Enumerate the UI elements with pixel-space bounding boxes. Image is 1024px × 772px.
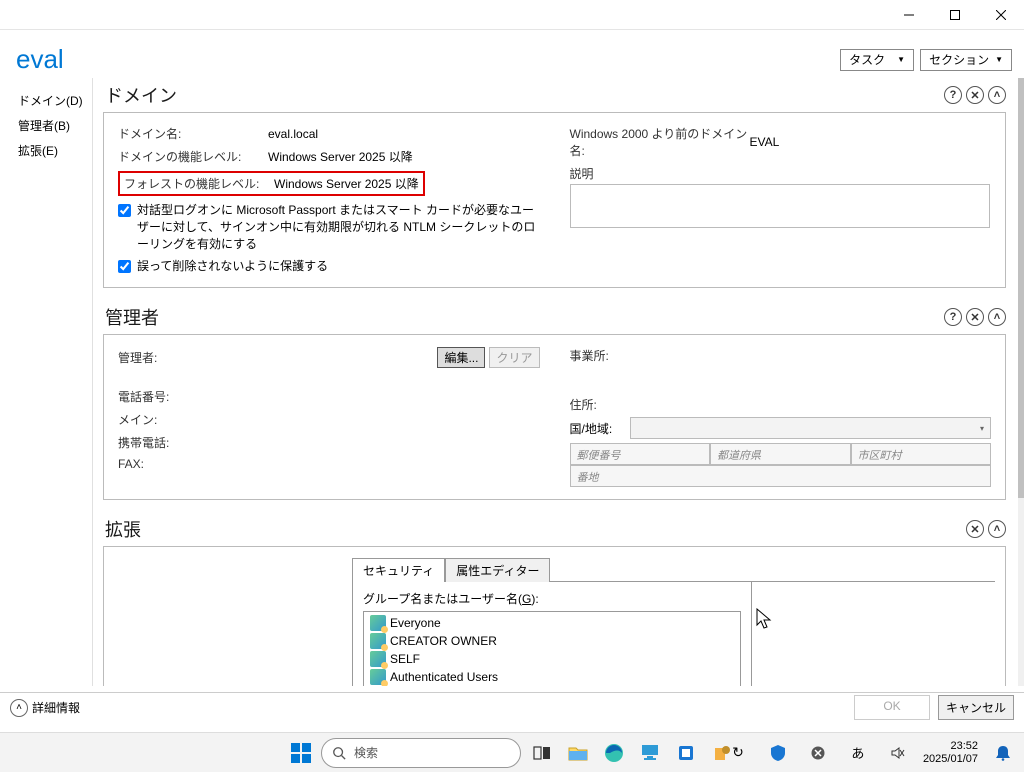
expand-details-icon[interactable]: ˄ bbox=[10, 699, 28, 717]
forest-func-highlight: フォレストの機能レベル: Windows Server 2025 以降 bbox=[118, 171, 425, 196]
close-button[interactable] bbox=[978, 0, 1024, 30]
taskbar: 検索 ↻ あ 23:52 2025/01/07 bbox=[0, 732, 1024, 772]
passport-ntlm-label: 対話型ログオンに Microsoft Passport またはスマート カードが… bbox=[137, 202, 540, 252]
section-header-admin: 管理者 bbox=[105, 304, 159, 330]
section-dropdown-label: セクション bbox=[929, 51, 989, 68]
main-label: メイン: bbox=[118, 411, 268, 428]
description-input[interactable] bbox=[570, 184, 990, 228]
group-icon bbox=[370, 651, 386, 667]
phone-label: 電話番号: bbox=[118, 388, 268, 405]
maximize-button[interactable] bbox=[932, 0, 978, 30]
clear-button: クリア bbox=[489, 347, 539, 368]
group-icon bbox=[370, 669, 386, 685]
close-icon[interactable]: ✕ bbox=[966, 86, 984, 104]
domain-func-value: Windows Server 2025 以降 bbox=[268, 148, 413, 165]
passport-ntlm-checkbox[interactable] bbox=[118, 204, 131, 217]
sidebar-item-ext[interactable]: 拡張(E) bbox=[18, 138, 92, 163]
protect-delete-checkbox[interactable] bbox=[118, 260, 131, 273]
admin-label: 管理者: bbox=[118, 349, 268, 366]
mobile-label: 携帯電話: bbox=[118, 434, 268, 451]
forest-func-value: Windows Server 2025 以降 bbox=[274, 175, 419, 192]
tab-attr-editor[interactable]: 属性エディター bbox=[445, 558, 550, 582]
fax-label: FAX: bbox=[118, 457, 268, 471]
page-title: eval bbox=[16, 44, 64, 75]
tab-security[interactable]: セキュリティ bbox=[352, 558, 445, 582]
domain-name-label: ドメイン名: bbox=[118, 125, 268, 142]
domain-name-value: eval.local bbox=[268, 127, 318, 141]
server-manager-icon[interactable] bbox=[635, 738, 665, 768]
group-icon bbox=[370, 615, 386, 631]
office-label: 事業所: bbox=[570, 347, 720, 364]
start-button[interactable] bbox=[287, 739, 315, 767]
section-dropdown[interactable]: セクション ▼ bbox=[920, 49, 1012, 71]
app-icon[interactable] bbox=[671, 738, 701, 768]
collapse-icon[interactable]: ˄ bbox=[988, 308, 1006, 326]
taskbar-clock[interactable]: 23:52 2025/01/07 bbox=[923, 740, 978, 764]
sidebar: ドメイン(D) 管理者(B) 拡張(E) bbox=[0, 78, 92, 686]
list-item[interactable]: CREATOR OWNER bbox=[364, 632, 740, 650]
search-icon bbox=[332, 746, 346, 760]
city-input[interactable]: 市区町村 bbox=[851, 443, 992, 465]
list-item[interactable]: Everyone bbox=[364, 614, 740, 632]
domain-func-label: ドメインの機能レベル: bbox=[118, 148, 268, 165]
list-item[interactable]: Authenticated Users bbox=[364, 668, 740, 686]
help-icon[interactable]: ? bbox=[944, 86, 962, 104]
section-header-ext: 拡張 bbox=[105, 516, 141, 542]
description-label: 説明 bbox=[570, 165, 720, 182]
forest-func-label: フォレストの機能レベル: bbox=[124, 175, 274, 192]
protect-delete-label: 誤って削除されないように保護する bbox=[137, 258, 328, 275]
chevron-down-icon: ▼ bbox=[897, 55, 905, 64]
sidebar-item-domain[interactable]: ドメイン(D) bbox=[18, 88, 92, 113]
addr-label: 住所: bbox=[570, 396, 720, 413]
help-icon[interactable]: ? bbox=[944, 308, 962, 326]
list-item[interactable]: SELF bbox=[364, 650, 740, 668]
sidebar-item-admin[interactable]: 管理者(B) bbox=[18, 113, 92, 138]
taskbar-search-placeholder: 検索 bbox=[354, 744, 378, 761]
region-select[interactable]: ▾ bbox=[630, 417, 992, 439]
tray-sound-icon[interactable] bbox=[883, 738, 913, 768]
pref-input[interactable]: 都道府県 bbox=[710, 443, 851, 465]
task-dropdown-label: タスク bbox=[849, 51, 885, 68]
taskview-icon[interactable] bbox=[527, 738, 557, 768]
tray-cancel-icon[interactable] bbox=[803, 738, 833, 768]
vertical-scrollbar[interactable] bbox=[1018, 78, 1024, 686]
explorer-icon[interactable] bbox=[563, 738, 593, 768]
postal-input[interactable]: 郵便番号 bbox=[570, 443, 711, 465]
edge-icon[interactable] bbox=[599, 738, 629, 768]
task-dropdown[interactable]: タスク ▼ bbox=[840, 49, 914, 71]
tray-sync-icon[interactable]: ↻ bbox=[723, 738, 753, 768]
group-user-list[interactable]: Everyone CREATOR OWNER SELF Authenticate… bbox=[363, 611, 741, 686]
minimize-button[interactable] bbox=[886, 0, 932, 30]
collapse-icon[interactable]: ˄ bbox=[988, 520, 1006, 538]
close-icon[interactable]: ✕ bbox=[966, 520, 984, 538]
pre2000-label: Windows 2000 より前のドメイン名: bbox=[570, 125, 750, 159]
ok-button: OK bbox=[854, 695, 930, 720]
taskbar-search[interactable]: 検索 bbox=[321, 738, 521, 768]
group-user-label: グループ名またはユーザー名(G): bbox=[363, 590, 741, 607]
street-input[interactable]: 番地 bbox=[570, 465, 992, 487]
tray-ime-icon[interactable]: あ bbox=[843, 738, 873, 768]
region-label: 国/地域: bbox=[570, 420, 630, 437]
collapse-icon[interactable]: ˄ bbox=[988, 86, 1006, 104]
details-label[interactable]: 詳細情報 bbox=[32, 699, 80, 716]
tray-security-icon[interactable] bbox=[763, 738, 793, 768]
edit-button[interactable]: 編集... bbox=[437, 347, 485, 368]
close-icon[interactable]: ✕ bbox=[966, 308, 984, 326]
chevron-down-icon: ▼ bbox=[995, 55, 1003, 64]
group-icon bbox=[370, 633, 386, 649]
pre2000-value: EVAL bbox=[750, 135, 780, 149]
notification-icon[interactable] bbox=[988, 738, 1018, 768]
cancel-button[interactable]: キャンセル bbox=[938, 695, 1014, 720]
section-header-domain: ドメイン bbox=[105, 82, 177, 108]
